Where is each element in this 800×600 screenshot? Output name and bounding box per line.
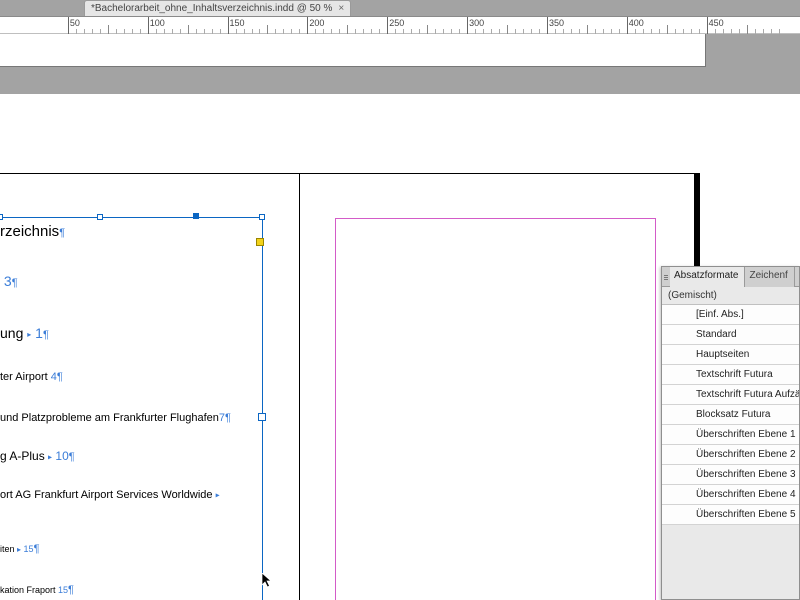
text-line[interactable]: iten ▸ 15¶ [0, 543, 39, 555]
document-tab-title: *Bachelorarbeit_ohne_Inhaltsverzeichnis.… [91, 1, 332, 16]
ruler-subtick [427, 25, 428, 34]
ruler-tick [68, 17, 69, 34]
ruler-tick [148, 17, 149, 34]
right-page-margin-guide [335, 218, 656, 600]
text-line[interactable]: rzeichnis¶ [0, 223, 65, 240]
text-line[interactable]: ort AG Frankfurt Airport Services Worldw… [0, 489, 220, 501]
document-tab-bar: *Bachelorarbeit_ohne_Inhaltsverzeichnis.… [0, 0, 800, 17]
tab-zeichenformate[interactable]: Zeichenf [745, 267, 794, 287]
ruler-tick [467, 17, 468, 34]
ruler-subtick [347, 25, 348, 34]
text-frame-content[interactable]: rzeichnis¶ 3¶ ung ▸ 1¶ ter Airport 4¶ und P… [0, 217, 260, 600]
paragraph-style-item[interactable]: Überschriften Ebene 5 [662, 505, 799, 525]
ruler-label: 450 [709, 18, 724, 28]
paragraph-styles-panel[interactable]: Absatzformate Zeichenf (Gemischt) [Einf.… [661, 266, 800, 600]
ruler-subtick [587, 25, 588, 34]
ruler-tick [627, 17, 628, 34]
paragraph-style-item[interactable]: Textschrift Futura [662, 365, 799, 385]
text-line[interactable]: kation Fraport 15¶ [0, 584, 74, 596]
spread-top-edge [0, 173, 700, 174]
document-tab[interactable]: *Bachelorarbeit_ohne_Inhaltsverzeichnis.… [84, 0, 351, 16]
ruler-subtick [667, 25, 668, 34]
horizontal-ruler[interactable]: 50 100 150 200 250 300 350 400 450 [0, 17, 800, 34]
ruler-tick [228, 17, 229, 34]
paragraph-style-list[interactable]: [Einf. Abs.]StandardHauptseitenTextschri… [662, 305, 799, 525]
text-line[interactable]: 3¶ [0, 273, 18, 289]
ruler-tick [307, 17, 308, 34]
paragraph-style-item[interactable]: Überschriften Ebene 2 [662, 445, 799, 465]
ruler-tick [547, 17, 548, 34]
spread-spine [299, 173, 300, 600]
paragraph-style-item[interactable]: Hauptseiten [662, 345, 799, 365]
ruler-subtick [507, 25, 508, 34]
paragraph-style-item[interactable]: Überschriften Ebene 3 [662, 465, 799, 485]
panel-status: (Gemischt) [662, 287, 799, 305]
close-icon[interactable]: × [338, 1, 344, 16]
text-line[interactable]: und Platzprobleme am Frankfurter Flughaf… [0, 412, 231, 424]
ruler-label: 400 [629, 18, 644, 28]
ruler-label: 350 [549, 18, 564, 28]
ruler-label: 250 [389, 18, 404, 28]
selection-edge-right [262, 217, 263, 600]
ruler-subtick [747, 25, 748, 34]
paragraph-style-item[interactable]: Standard [662, 325, 799, 345]
paragraph-style-item[interactable]: Überschriften Ebene 1 [662, 425, 799, 445]
ruler-label: 300 [469, 18, 484, 28]
ruler-subtick [267, 25, 268, 34]
pasteboard-top-strip [0, 34, 706, 67]
ruler-tick [387, 17, 388, 34]
ruler-label: 100 [150, 18, 165, 28]
text-line[interactable]: ter Airport 4¶ [0, 371, 63, 383]
ruler-label: 200 [309, 18, 324, 28]
text-line[interactable]: g A-Plus ▸ 10¶ [0, 449, 75, 463]
paragraph-style-item[interactable]: [Einf. Abs.] [662, 305, 799, 325]
selected-text-frame[interactable]: + rzeichnis¶ 3¶ung ▸ 1¶ter Airport 4¶und… [0, 217, 263, 600]
ruler-subtick [188, 25, 189, 34]
ruler-tick [707, 17, 708, 34]
panel-grip-icon[interactable] [662, 267, 670, 286]
text-line[interactable]: ung ▸ 1¶ [0, 325, 49, 341]
ruler-subtick [108, 25, 109, 34]
ruler-label: 150 [230, 18, 245, 28]
app-root: *Bachelorarbeit_ohne_Inhaltsverzeichnis.… [0, 0, 800, 600]
paragraph-style-item[interactable]: Blocksatz Futura [662, 405, 799, 425]
ruler-label: 50 [70, 18, 80, 28]
panel-tab-strip: Absatzformate Zeichenf [662, 267, 799, 287]
paragraph-style-item[interactable]: Textschrift Futura Aufzäh [662, 385, 799, 405]
paragraph-style-item[interactable]: Überschriften Ebene 4 [662, 485, 799, 505]
tab-absatzformate[interactable]: Absatzformate [670, 267, 745, 287]
